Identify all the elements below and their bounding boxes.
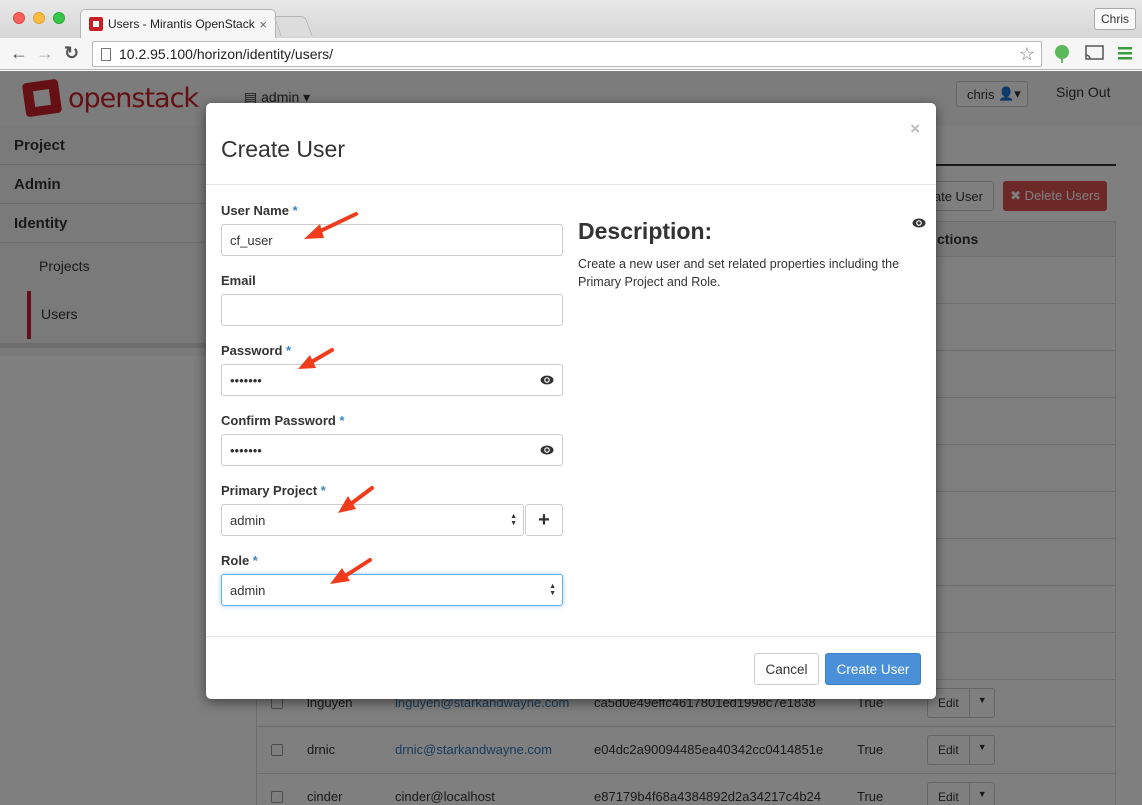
- close-icon[interactable]: ×: [910, 119, 920, 139]
- reload-icon[interactable]: ↻: [64, 44, 79, 62]
- password-input[interactable]: •••••••: [221, 364, 563, 396]
- browser-tab[interactable]: Users - Mirantis OpenStack ×: [80, 9, 276, 38]
- confirm-password-value: •••••••: [230, 442, 262, 458]
- url-text: 10.2.95.100/horizon/identity/users/: [119, 46, 334, 62]
- bookmark-star-icon[interactable]: ☆: [1019, 44, 1035, 65]
- primary-project-value: admin: [230, 512, 266, 528]
- role-select[interactable]: admin ▲ ▼: [221, 574, 563, 606]
- confirm-password-group: Confirm Password * •••••••: [221, 413, 563, 483]
- confirm-password-label: Confirm Password *: [221, 413, 345, 428]
- openstack-favicon-icon: [89, 17, 103, 31]
- required-marker: *: [286, 343, 292, 358]
- select-arrows-icon: ▲ ▼: [510, 513, 517, 527]
- email-input[interactable]: [221, 294, 563, 326]
- cast-icon[interactable]: [1085, 44, 1105, 62]
- modal-footer: Cancel Create User: [206, 636, 936, 699]
- primary-project-label: Primary Project *: [221, 483, 326, 498]
- description-title: Description:: [578, 218, 713, 244]
- menu-icon[interactable]: [1118, 44, 1132, 62]
- password-label: Password *: [221, 343, 292, 358]
- extension-leaf-icon[interactable]: [1054, 44, 1070, 64]
- eye-icon[interactable]: [540, 445, 554, 455]
- browser-toolbar: ← → ↻ 10.2.95.100/horizon/identity/users…: [0, 38, 1142, 70]
- required-marker: *: [339, 413, 345, 428]
- annotation-arrow-icon: [304, 212, 358, 239]
- role-value: admin: [230, 582, 266, 598]
- role-label: Role *: [221, 553, 258, 568]
- role-group: Role * admin ▲ ▼: [221, 553, 563, 623]
- forward-arrow-icon[interactable]: →: [36, 44, 54, 62]
- create-user-form: User Name * cf_user Email Password * •••…: [221, 203, 563, 623]
- description-text: Create a new user and set related proper…: [578, 257, 900, 289]
- annotation-arrow-icon: [330, 558, 372, 584]
- confirm-password-input[interactable]: •••••••: [221, 434, 563, 466]
- eye-icon[interactable]: [912, 218, 926, 228]
- user-name-input[interactable]: cf_user: [221, 224, 563, 256]
- user-name-label: User Name *: [221, 203, 298, 218]
- cancel-button[interactable]: Cancel: [754, 653, 819, 685]
- profile-button[interactable]: Chris: [1094, 8, 1136, 30]
- required-marker: *: [292, 203, 298, 218]
- email-group: Email: [221, 273, 563, 343]
- create-user-modal: Create User × User Name * cf_user Email …: [206, 103, 936, 699]
- minimize-window-icon[interactable]: [33, 12, 45, 24]
- primary-project-group: Primary Project * admin ▲ ▼ +: [221, 483, 563, 553]
- address-bar[interactable]: 10.2.95.100/horizon/identity/users/ ☆: [92, 41, 1042, 67]
- maximize-window-icon[interactable]: [53, 12, 65, 24]
- tab-close-icon[interactable]: ×: [259, 17, 267, 32]
- new-tab-button[interactable]: [273, 16, 313, 36]
- select-arrows-icon: ▲ ▼: [549, 583, 556, 597]
- browser-titlebar: Users - Mirantis OpenStack × Chris: [0, 0, 1142, 38]
- password-value: •••••••: [230, 372, 262, 388]
- modal-header: Create User ×: [206, 103, 936, 185]
- annotation-arrow-icon: [338, 486, 374, 513]
- email-label: Email: [221, 273, 256, 288]
- add-project-button[interactable]: +: [525, 504, 563, 536]
- create-user-button[interactable]: Create User: [825, 653, 921, 685]
- page-icon: [101, 47, 111, 61]
- description-panel: Description: Create a new user and set r…: [578, 218, 918, 291]
- required-marker: *: [320, 483, 326, 498]
- password-group: Password * •••••••: [221, 343, 563, 413]
- annotation-arrow-icon: [298, 348, 334, 369]
- back-arrow-icon[interactable]: ←: [10, 44, 28, 62]
- eye-icon[interactable]: [540, 375, 554, 385]
- modal-title: Create User: [221, 136, 345, 162]
- user-name-group: User Name * cf_user: [221, 203, 563, 273]
- required-marker: *: [252, 553, 258, 568]
- close-window-icon[interactable]: [13, 12, 25, 24]
- tab-title: Users - Mirantis OpenStack: [108, 17, 255, 31]
